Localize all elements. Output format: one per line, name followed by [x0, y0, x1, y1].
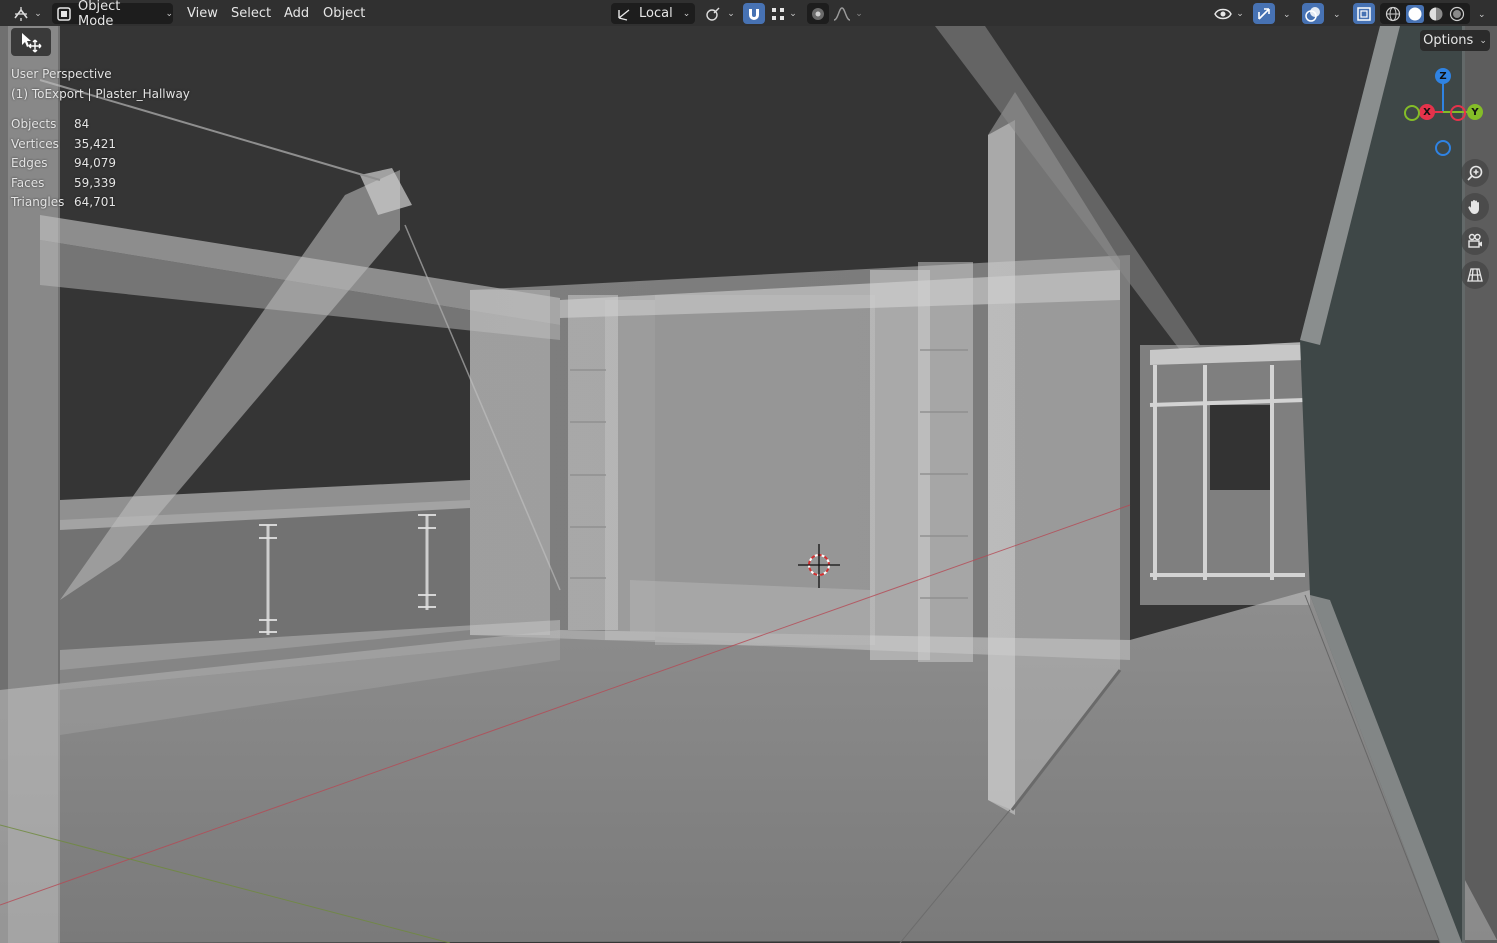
blender-window: ⌄ Object Mode ⌄ View Select Add Object L…	[0, 0, 1497, 943]
snap-target-button[interactable]: ⌄	[767, 3, 801, 24]
gizmo-neg-y-axis[interactable]	[1404, 105, 1420, 121]
chevron-down-icon: ⌄	[1479, 35, 1487, 46]
scene-render	[0, 26, 1497, 943]
mode-dropdown[interactable]: Object Mode ⌄	[52, 0, 173, 29]
proportional-falloff-button[interactable]: ⌄	[831, 3, 865, 24]
xray-toggle[interactable]	[1353, 3, 1375, 24]
gizmo-toggle[interactable]	[1253, 3, 1275, 24]
transform-orientation-dropdown[interactable]: Local ⌄	[611, 3, 695, 24]
object-mode-icon	[56, 6, 72, 22]
menu-select[interactable]: Select	[231, 3, 271, 24]
pan-hand-icon	[1466, 198, 1484, 216]
stat-label: Objects	[11, 117, 57, 131]
menu-add[interactable]: Add	[284, 3, 309, 24]
gizmo-neg-z-axis[interactable]	[1435, 140, 1451, 156]
collection-label: (1) ToExport | Plaster_Hallway	[11, 87, 190, 101]
stat-label: Edges	[11, 156, 48, 170]
gizmo-x-label: X	[1423, 106, 1431, 118]
menu-object[interactable]: Object	[323, 3, 365, 24]
gizmo-y-label: Y	[1471, 106, 1479, 118]
mode-label: Object Mode	[78, 0, 121, 29]
chevron-down-icon: ⌄	[727, 8, 735, 19]
wireframe-shading-icon[interactable]	[1385, 6, 1401, 22]
options-label: Options	[1423, 33, 1474, 48]
chevron-down-icon: ⌄	[1333, 10, 1341, 20]
overlay-toggle[interactable]	[1302, 3, 1324, 24]
editor-type-icon	[12, 6, 30, 22]
viewport-header: ⌄ Object Mode ⌄ View Select Add Object L…	[0, 0, 1497, 29]
stat-value: 59,339	[74, 175, 116, 190]
stat-label: Faces	[11, 175, 45, 190]
gizmo-neg-x-axis[interactable]	[1450, 105, 1466, 121]
visibility-icon	[1214, 6, 1233, 22]
chevron-down-icon: ⌄	[34, 8, 42, 19]
stat-row: Triangles 64,701	[11, 195, 116, 215]
gizmo-icon	[1256, 6, 1272, 22]
chevron-down-icon: ⌄	[165, 8, 173, 19]
camera-icon	[1466, 232, 1484, 250]
pivot-icon	[705, 6, 723, 22]
perspective-label: User Perspective	[11, 67, 112, 81]
overlay-dropdown[interactable]: ⌄	[1329, 3, 1341, 24]
stat-label: Triangles	[11, 195, 65, 209]
visibility-button[interactable]: ⌄	[1211, 3, 1247, 24]
gizmo-dropdown[interactable]: ⌄	[1279, 3, 1291, 24]
shading-dropdown[interactable]: ⌄	[1474, 3, 1486, 24]
proportional-edit-icon	[811, 7, 825, 21]
overlay-icon	[1305, 6, 1321, 22]
rendered-shading-icon[interactable]	[1449, 6, 1465, 22]
proportional-edit-toggle[interactable]	[807, 3, 829, 24]
ortho-toggle-button[interactable]	[1461, 261, 1489, 289]
falloff-icon	[833, 6, 851, 21]
options-dropdown[interactable]: Options ⌄	[1420, 30, 1490, 51]
stat-label: Vertices	[11, 136, 59, 151]
chevron-down-icon: ⌄	[1478, 10, 1486, 20]
pan-button[interactable]	[1461, 193, 1489, 221]
stat-row: Edges 94,079	[11, 156, 116, 176]
navigation-gizmo[interactable]: Z X Y	[1400, 66, 1496, 156]
stat-row: Objects 84	[11, 117, 116, 137]
zoom-button[interactable]	[1461, 159, 1489, 187]
xray-icon	[1356, 6, 1372, 22]
stat-value: 64,701	[74, 195, 116, 209]
gizmo-z-label: Z	[1439, 70, 1447, 82]
chevron-down-icon: ⌄	[855, 8, 863, 19]
material-shading-icon[interactable]	[1428, 6, 1444, 22]
stat-value: 84	[74, 117, 90, 131]
chevron-down-icon: ⌄	[1283, 10, 1291, 20]
gizmo-z-axis[interactable]: Z	[1435, 68, 1451, 84]
menu-view[interactable]: View	[187, 3, 218, 24]
zoom-icon	[1466, 164, 1484, 182]
orientation-label: Local	[639, 6, 673, 21]
snap-toggle[interactable]	[743, 3, 765, 24]
chevron-down-icon: ⌄	[1236, 8, 1244, 19]
stat-value: 35,421	[74, 136, 116, 151]
stat-row: Vertices 35,421	[11, 137, 116, 157]
scene-statistics: Objects 84 Vertices 35,421 Edges 94,079 Fac…	[11, 117, 116, 215]
solid-shading-icon[interactable]	[1405, 4, 1424, 23]
select-move-tool-button[interactable]	[11, 28, 51, 56]
select-move-tool-icon	[19, 31, 43, 53]
snap-magnet-icon	[746, 6, 762, 22]
chevron-down-icon: ⌄	[789, 8, 797, 19]
chevron-down-icon: ⌄	[682, 8, 691, 19]
stat-row: Faces 59,339	[11, 176, 116, 196]
gizmo-x-axis[interactable]: X	[1419, 104, 1435, 120]
stat-value: 94,079	[74, 156, 116, 170]
camera-view-button[interactable]	[1461, 227, 1489, 255]
shading-mode-group	[1380, 3, 1470, 24]
local-orientation-icon	[615, 6, 633, 22]
pivot-point-button[interactable]: ⌄	[704, 3, 736, 24]
snap-grid-icon	[771, 7, 785, 21]
editor-type-button[interactable]: ⌄	[10, 3, 44, 24]
3d-viewport[interactable]: User Perspective (1) ToExport | Plaster_…	[0, 26, 1497, 943]
gizmo-y-axis[interactable]: Y	[1467, 104, 1483, 120]
grid-view-icon	[1466, 266, 1484, 284]
